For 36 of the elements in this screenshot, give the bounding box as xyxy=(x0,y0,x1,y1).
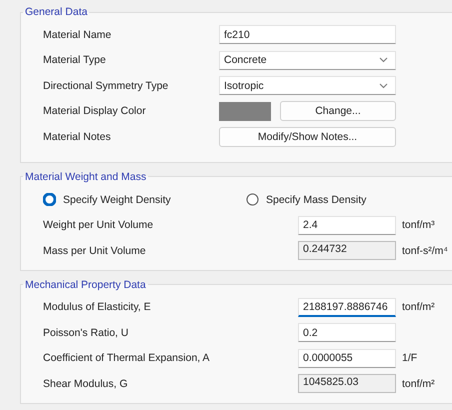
change-button[interactable]: Change... xyxy=(280,101,396,122)
dropdown[interactable]: Isotropic xyxy=(219,76,396,96)
unit-label: tonf/m³ xyxy=(402,219,435,232)
field-label: Modulus of Elasticity, E xyxy=(43,301,152,314)
number-field[interactable]: 2188197.8886746 xyxy=(298,298,396,317)
chevron-down-icon xyxy=(379,82,388,89)
field-label: Material Notes xyxy=(43,130,112,143)
radio-label: Specify Weight Density xyxy=(63,194,171,206)
number-field[interactable]: 2.4 xyxy=(298,216,396,235)
number-field[interactable]: 1045825.03 xyxy=(298,374,396,394)
group-title: Material Weight and Mass xyxy=(24,170,148,182)
unit-label: tonf/m² xyxy=(402,378,435,390)
text-field[interactable]: fc210 xyxy=(219,25,396,44)
field-label: Coefficient of Thermal Expansion, A xyxy=(43,352,211,364)
group-title: General Data xyxy=(24,6,88,18)
radio-button[interactable] xyxy=(246,193,259,206)
field-label: Mass per Unit Volume xyxy=(43,244,147,257)
field-label: Poisson's Ratio, U xyxy=(43,326,130,339)
field-label: Shear Modulus, G xyxy=(43,378,129,390)
number-field[interactable]: 0.244732 xyxy=(298,241,396,260)
chevron-down-icon xyxy=(379,57,388,64)
number-field[interactable]: 0.2 xyxy=(298,323,396,342)
field-label: Material Type xyxy=(43,54,107,66)
unit-label: tonf-s²/m⁴ xyxy=(402,244,448,257)
field-label: Material Name xyxy=(43,28,112,41)
unit-label: 1/F xyxy=(402,352,418,364)
unit-label: tonf/m² xyxy=(402,301,435,314)
group-title: Mechanical Property Data xyxy=(24,278,147,290)
dropdown[interactable]: Concrete xyxy=(219,50,396,70)
radio-label: Specify Mass Density xyxy=(266,194,366,206)
radio-button[interactable] xyxy=(43,193,56,206)
field-label: Material Display Color xyxy=(43,105,147,118)
field-label: Weight per Unit Volume xyxy=(43,219,154,232)
notes-button[interactable]: Modify/Show Notes... xyxy=(219,126,396,147)
field-label: Directional Symmetry Type xyxy=(43,80,170,92)
number-field[interactable]: 0.0000055 xyxy=(298,348,396,368)
